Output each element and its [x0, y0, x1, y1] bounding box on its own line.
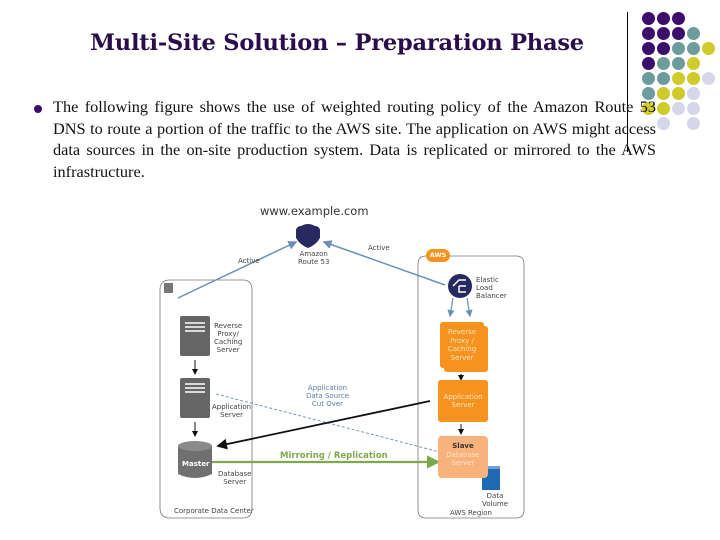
label-line: Application: [307, 384, 348, 392]
label-line: Data: [486, 492, 504, 500]
decorative-dot: [657, 117, 670, 130]
decorative-dot: [687, 27, 700, 40]
decorative-dot: [642, 27, 655, 40]
elb-label: Elastic Load Balancer: [476, 276, 507, 300]
label-line: Server: [451, 401, 475, 409]
mirroring-label: Mirroring / Replication: [280, 451, 388, 461]
decorative-dot: [702, 42, 715, 55]
onsite-proxy-server-icon: [180, 316, 210, 356]
onsite-proxy-label: Reverse Proxy/ Caching Server: [214, 322, 242, 354]
decorative-dot: [642, 57, 655, 70]
slide-title: Multi-Site Solution – Preparation Phase: [90, 30, 584, 56]
route53-label-line: Route 53: [298, 258, 330, 266]
route53-shield-icon: [296, 224, 320, 248]
decorative-dot: [657, 102, 670, 115]
aws-cloud-badge: AWS: [426, 249, 450, 262]
aws-slave-db-box: Slave Database Server: [438, 436, 488, 478]
active-right-label: Active: [368, 244, 390, 252]
label-line: Volume: [482, 500, 509, 508]
label-line: Database: [446, 450, 480, 459]
label-line: Reverse: [214, 322, 243, 330]
decorative-dot: [672, 102, 685, 115]
decorative-dot: [702, 72, 715, 85]
bullet-icon: [34, 105, 42, 113]
decorative-dot: [657, 12, 670, 25]
label-line: Reverse: [447, 328, 477, 336]
label-line: Server: [216, 346, 240, 354]
route53-label-line: Amazon: [299, 250, 328, 258]
elb-label-line: Load: [476, 284, 493, 292]
label-line: Caching: [214, 338, 243, 346]
decorative-dot: [672, 72, 685, 85]
decorative-dot: [672, 42, 685, 55]
aws-region-label: AWS Region: [450, 509, 492, 517]
decorative-dot: [642, 72, 655, 85]
elb-label-line: Balancer: [476, 292, 507, 300]
label-line: Server: [450, 353, 474, 362]
decorative-dot: [687, 87, 700, 100]
decorative-dot: [642, 42, 655, 55]
decorative-dot: [672, 87, 685, 100]
data-volume-label: Data Volume: [482, 492, 508, 508]
domain-label: www.example.com: [260, 204, 369, 218]
decorative-dot: [657, 27, 670, 40]
label-line: Proxy/: [217, 330, 239, 338]
label-line: Server: [223, 478, 247, 486]
active-arrow-left: [177, 241, 298, 299]
decorative-dot: [657, 42, 670, 55]
label-line: Application: [443, 392, 483, 401]
corporate-datacenter-label: Corporate Data Center: [174, 507, 254, 515]
decorative-dot: [672, 57, 685, 70]
decorative-dot: [687, 117, 700, 130]
failover-label: Application Data Source Cut Over: [306, 384, 349, 408]
label-line: Server: [220, 411, 244, 419]
architecture-diagram: www.example.com Amazon Route 53 Active A…: [148, 198, 538, 528]
label-line: Proxy /: [450, 336, 474, 345]
decorative-dot: [687, 102, 700, 115]
aws-app-server-box: Application Server: [438, 380, 488, 422]
decorative-dot: [657, 87, 670, 100]
decorative-dot: [687, 72, 700, 85]
elb-label-line: Elastic: [476, 276, 499, 284]
decorative-dot: [657, 72, 670, 85]
label-line: Caching: [447, 345, 477, 353]
onsite-db-label: Database Server: [218, 470, 251, 486]
label-line: Cut Over: [311, 400, 344, 408]
onsite-app-label: Application Server: [212, 403, 251, 419]
decorative-dot: [687, 42, 700, 55]
slave-db-name: Slave: [452, 442, 474, 450]
decorative-dot: [672, 27, 685, 40]
active-left-label: Active: [238, 257, 260, 265]
decorative-dot: [642, 12, 655, 25]
master-db-name: Master: [182, 460, 210, 468]
route53-label: Amazon Route 53: [298, 250, 329, 266]
label-line: Data Source: [306, 392, 349, 400]
building-icon: [164, 283, 173, 293]
decorative-dot: [657, 57, 670, 70]
decorative-dot: [672, 12, 685, 25]
label-line: Application: [212, 403, 252, 411]
label-line: Database: [218, 470, 252, 478]
label-line: Server: [451, 459, 475, 467]
decorative-dot: [687, 57, 700, 70]
bullet-paragraph: The following figure shows the use of we…: [53, 97, 656, 181]
aws-proxy-server-box: Reverse Proxy / Caching Server: [440, 322, 484, 368]
